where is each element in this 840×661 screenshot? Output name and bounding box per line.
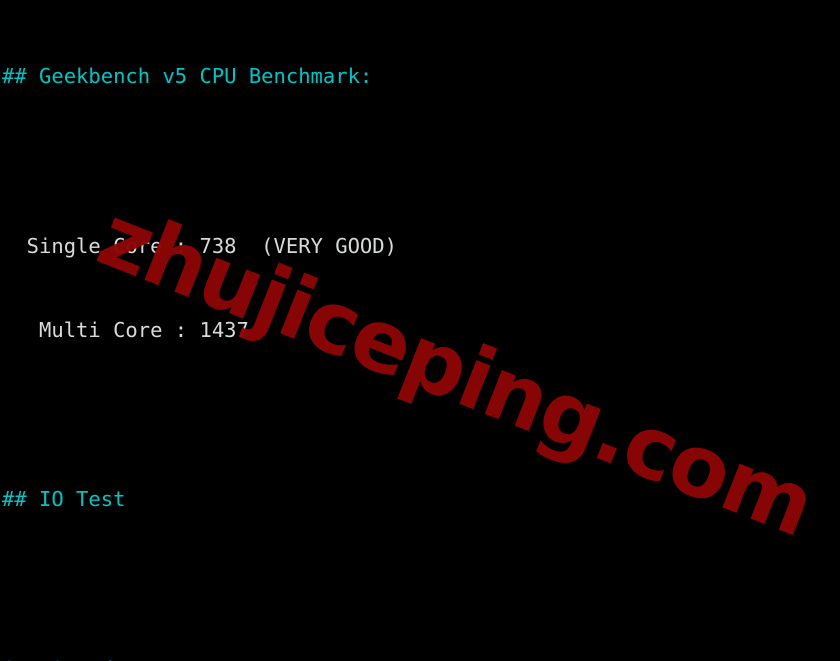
line-cpu-speed-heading: CPU Speed:: [2, 655, 840, 661]
terminal-output: ## Geekbench v5 CPU Benchmark: Single Co…: [0, 0, 840, 661]
line-geekbench-heading: ## Geekbench v5 CPU Benchmark:: [2, 64, 373, 89]
line-blank-3: [2, 570, 840, 598]
line-blank-2: [2, 401, 840, 429]
line-single-core: Single Core : 738 (VERY GOOD): [2, 233, 397, 258]
line-blank-1: [2, 147, 840, 175]
line-io-test-heading: ## IO Test: [2, 487, 126, 512]
terminal-screen: ## Geekbench v5 CPU Benchmark: Single Co…: [0, 0, 840, 661]
line-multi-core: Multi Core : 1437: [2, 318, 249, 343]
